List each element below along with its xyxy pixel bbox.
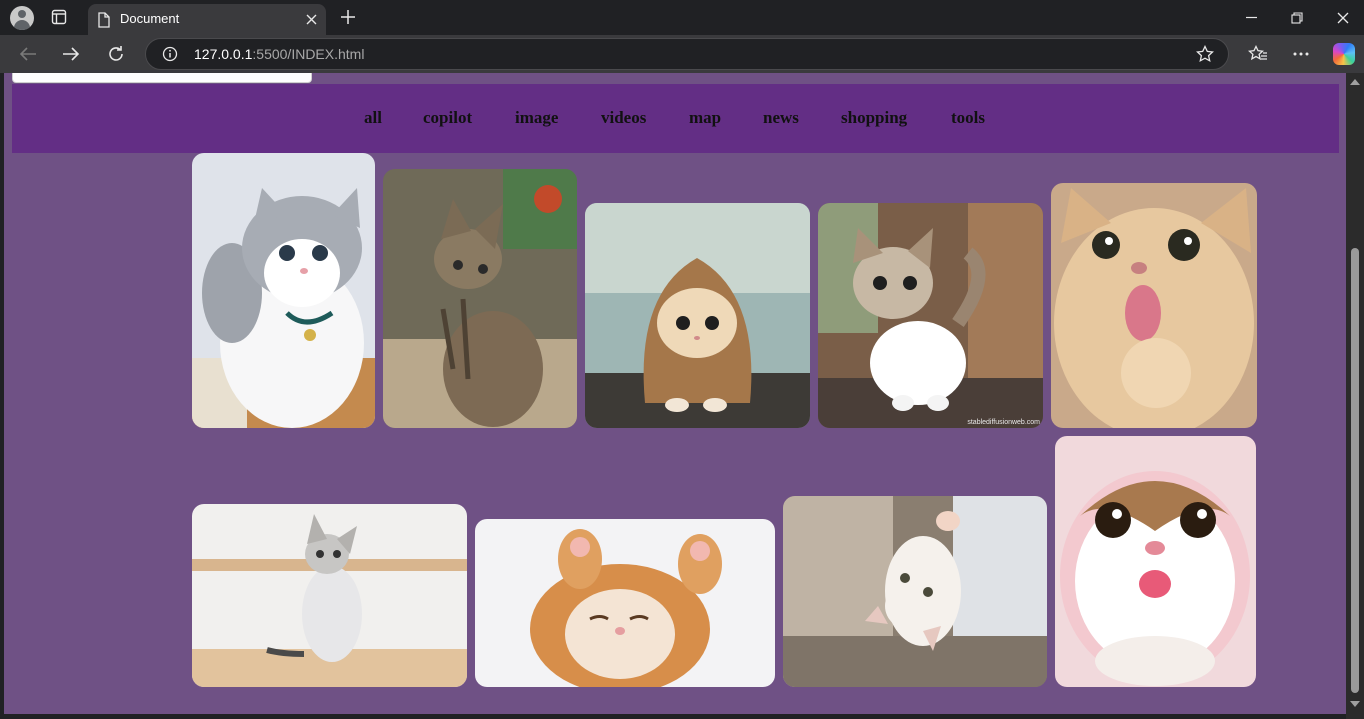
browser-toolbar: 127.0.0.1:5500/INDEX.html <box>0 35 1364 73</box>
nav-link-videos[interactable]: videos <box>601 108 646 128</box>
nav-link-image[interactable]: image <box>515 108 558 128</box>
scroll-down-icon[interactable] <box>1350 701 1360 707</box>
title-bar: Document <box>0 0 1364 35</box>
address-bar[interactable]: 127.0.0.1:5500/INDEX.html <box>145 38 1229 70</box>
vertical-scrollbar[interactable] <box>1346 73 1364 719</box>
restore-icon[interactable] <box>1274 0 1320 35</box>
favorites-icon[interactable] <box>1247 43 1269 65</box>
favorite-star-icon[interactable] <box>1196 44 1214 63</box>
nav-link-map[interactable]: map <box>689 108 721 128</box>
site-info-icon[interactable] <box>162 46 178 62</box>
back-icon[interactable] <box>17 43 39 65</box>
cat-photo-2[interactable] <box>383 169 577 428</box>
cat-photo-4[interactable]: stablediffusionweb.com <box>818 203 1043 428</box>
cat-photo-9[interactable] <box>1055 436 1256 687</box>
url-text: 127.0.0.1:5500/INDEX.html <box>194 46 365 62</box>
minimize-icon[interactable] <box>1228 0 1274 35</box>
more-menu-icon[interactable] <box>1290 43 1312 65</box>
cat-photo-6[interactable] <box>192 504 467 687</box>
browser-tab[interactable]: Document <box>88 4 326 35</box>
nav-link-shopping[interactable]: shopping <box>841 108 907 128</box>
nav-link-copilot[interactable]: copilot <box>423 108 472 128</box>
cat-photo-1[interactable] <box>192 153 375 428</box>
close-tab-icon[interactable] <box>302 10 320 28</box>
reload-icon[interactable] <box>105 43 127 65</box>
nav-link-all[interactable]: all <box>364 108 382 128</box>
close-window-icon[interactable] <box>1320 0 1364 35</box>
profile-avatar-icon[interactable] <box>10 6 34 30</box>
search-input[interactable] <box>12 73 312 83</box>
new-tab-icon[interactable] <box>338 7 358 27</box>
tab-actions-icon[interactable] <box>50 8 68 26</box>
cat-photo-7[interactable] <box>475 519 775 687</box>
nav-link-news[interactable]: news <box>763 108 799 128</box>
navbar: all copilot image videos map news shoppi… <box>12 84 1339 153</box>
forward-icon[interactable] <box>60 43 82 65</box>
copilot-icon[interactable] <box>1333 43 1355 65</box>
page-viewport: all copilot image videos map news shoppi… <box>0 73 1364 719</box>
scroll-thumb[interactable] <box>1351 248 1359 693</box>
tab-title: Document <box>120 11 180 26</box>
document-icon <box>97 12 111 33</box>
photo-watermark: stablediffusionweb.com <box>967 419 1040 426</box>
scroll-up-icon[interactable] <box>1350 79 1360 85</box>
cat-photo-5[interactable] <box>1051 183 1257 428</box>
cat-photo-8[interactable] <box>783 496 1047 687</box>
nav-link-tools[interactable]: tools <box>951 108 985 128</box>
cat-photo-3[interactable] <box>585 203 810 428</box>
page-body: all copilot image videos map news shoppi… <box>4 73 1346 714</box>
